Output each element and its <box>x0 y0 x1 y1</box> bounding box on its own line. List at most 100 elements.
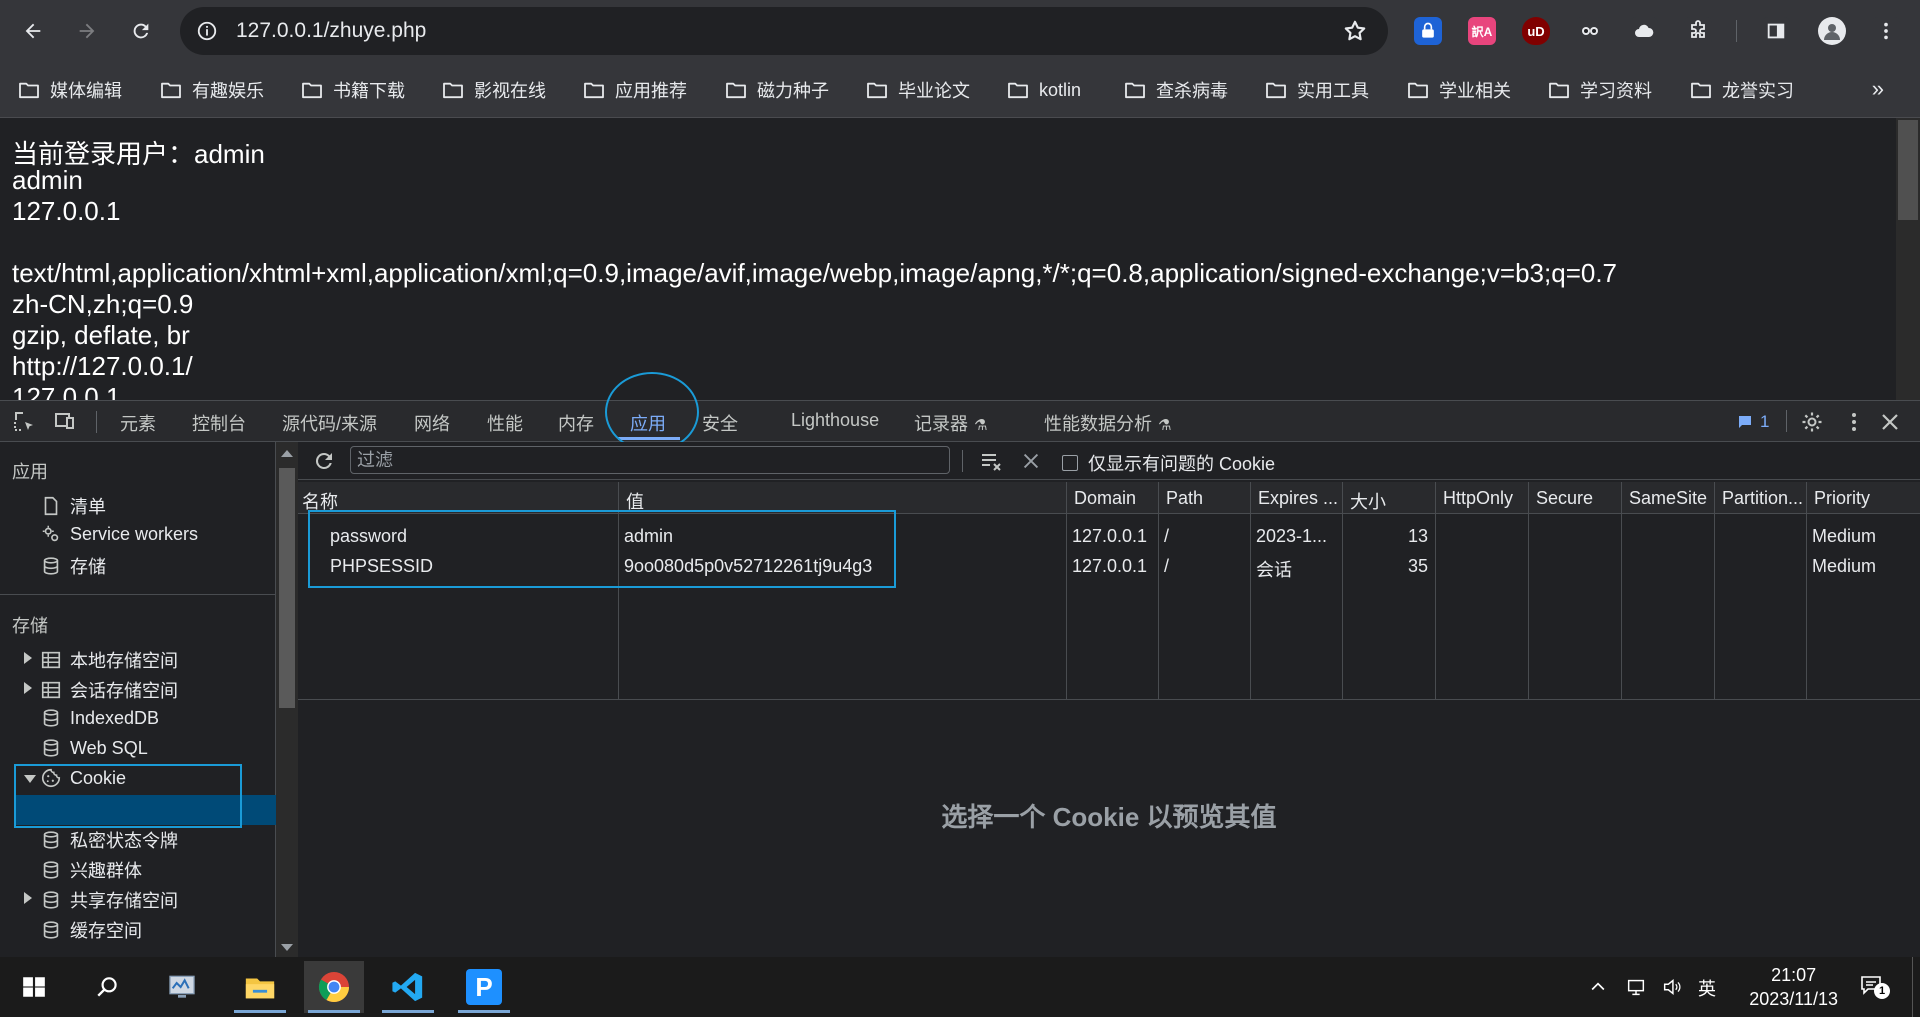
devtools-tab[interactable]: 网络 <box>414 410 450 436</box>
sidebar-scrollbar[interactable] <box>276 442 298 957</box>
sidebar-item[interactable]: 会话存储空间 <box>40 677 178 703</box>
page-scrollbar[interactable] <box>1896 118 1920 400</box>
devtools-tab[interactable]: 元素 <box>120 410 156 436</box>
column-header[interactable]: HttpOnly <box>1443 488 1513 509</box>
notification-center[interactable]: 1 <box>1858 973 1890 1001</box>
checkbox-box[interactable] <box>1062 455 1078 471</box>
browser-menu-icon[interactable] <box>1872 17 1900 45</box>
devtools-tab[interactable]: 控制台 <box>192 410 246 436</box>
column-header[interactable]: Expires ... <box>1258 488 1338 509</box>
bookmark-folder[interactable]: 学习资料 <box>1548 76 1652 104</box>
devtools-tab[interactable]: 性能数据分析 ⚗ <box>1044 410 1171 436</box>
chevron-up-icon[interactable] <box>1588 977 1608 997</box>
only-issues-checkbox[interactable]: 仅显示有问题的 Cookie <box>1062 450 1275 476</box>
sidebar-item[interactable]: 存储 <box>40 553 106 579</box>
bookmark-folder[interactable]: 影视在线 <box>442 76 546 104</box>
cookie-filter-input[interactable] <box>350 446 950 474</box>
scrollbar-thumb[interactable] <box>1898 120 1918 220</box>
devtools-menu-icon[interactable] <box>1842 410 1866 434</box>
ime-indicator[interactable]: 英 <box>1698 975 1716 1001</box>
bookmark-folder[interactable]: kotlin <box>1007 76 1081 104</box>
bookmark-folder[interactable]: 媒体编辑 <box>18 76 122 104</box>
scrollbar-thumb[interactable] <box>279 468 295 708</box>
url-text[interactable]: 127.0.0.1/zhuye.php <box>236 19 426 43</box>
network-icon[interactable] <box>1624 976 1648 998</box>
bookmark-folder[interactable]: 龙誉实习 <box>1690 76 1794 104</box>
bookmark-folder[interactable]: 磁力种子 <box>725 76 829 104</box>
bookmark-folder[interactable]: 实用工具 <box>1265 76 1369 104</box>
back-button[interactable] <box>16 14 50 48</box>
tampermonkey-icon[interactable] <box>1576 17 1604 45</box>
devtools-tab[interactable]: 源代码/来源 <box>282 410 377 436</box>
cloud-ext-icon[interactable] <box>1630 17 1658 45</box>
column-header[interactable]: Partition... <box>1722 488 1803 509</box>
volume-icon[interactable] <box>1660 976 1684 998</box>
task-manager-app[interactable] <box>152 961 212 1013</box>
column-header[interactable]: Path <box>1166 488 1203 509</box>
cookie-cell-expires: 2023-1... <box>1256 526 1328 546</box>
info-icon[interactable] <box>196 20 218 42</box>
column-header[interactable]: Priority <box>1814 488 1870 509</box>
sidebar-item[interactable]: IndexedDB <box>40 707 159 729</box>
chrome-app[interactable] <box>304 961 364 1013</box>
close-devtools-icon[interactable] <box>1878 410 1902 434</box>
scroll-up-icon[interactable] <box>281 450 293 457</box>
refresh-icon[interactable] <box>312 449 336 473</box>
puzzle-extensions-icon[interactable] <box>1684 17 1712 45</box>
start-button[interactable] <box>4 961 64 1013</box>
devtools-tab[interactable]: 记录器 ⚗ <box>914 410 987 436</box>
arrow-right-icon <box>79 23 95 39</box>
scroll-down-icon[interactable] <box>281 944 293 951</box>
bookmark-folder[interactable]: 毕业论文 <box>866 76 970 104</box>
translate-ext-icon[interactable]: 訳A <box>1468 17 1496 45</box>
side-panel-icon[interactable] <box>1762 17 1790 45</box>
bookmark-folder[interactable]: 学业相关 <box>1407 76 1511 104</box>
column-header[interactable]: Secure <box>1536 488 1593 509</box>
reload-button[interactable] <box>124 14 158 48</box>
expand-right-icon[interactable] <box>24 892 32 904</box>
p-app[interactable]: P <box>454 961 514 1013</box>
devtools-tab[interactable]: 性能 <box>487 410 523 436</box>
bookmark-folder[interactable]: 有趣娱乐 <box>160 76 264 104</box>
sidebar-item[interactable]: 本地存储空间 <box>40 647 178 673</box>
devtools-tab-bar: 元素 控制台 源代码/来源 网络 性能 内存 应用 安全 Lighthouse 记录器 ⚗ 性能数据分… <box>0 400 1920 442</box>
ublock-icon[interactable]: uD <box>1522 17 1550 45</box>
delete-selected-icon[interactable] <box>1020 450 1042 472</box>
sidebar-item[interactable]: 共享存储空间 <box>40 887 178 913</box>
column-header[interactable]: Domain <box>1074 488 1136 509</box>
profile-avatar[interactable] <box>1818 17 1846 45</box>
column-header[interactable]: SameSite <box>1629 488 1707 509</box>
expand-right-icon[interactable] <box>24 652 32 664</box>
bookmark-folder[interactable]: 书籍下载 <box>301 76 405 104</box>
inspect-element-icon[interactable] <box>12 409 36 433</box>
devtools-tab[interactable]: Lighthouse <box>791 410 879 431</box>
devtools-tab[interactable]: 内存 <box>558 410 594 436</box>
bookmark-folder[interactable]: 应用推荐 <box>583 76 687 104</box>
expand-right-icon[interactable] <box>24 682 32 694</box>
sidebar-item[interactable]: 缓存空间 <box>40 917 142 943</box>
clock[interactable]: 21:07 2023/11/13 <box>1749 963 1838 1011</box>
bookmarks-overflow-icon[interactable]: » <box>1872 76 1884 102</box>
page-text-line: http://127.0.0.1/ <box>12 351 193 381</box>
column-header[interactable]: 大小 <box>1350 488 1386 514</box>
vscode-app[interactable] <box>378 961 438 1013</box>
bookmark-star-icon[interactable] <box>1342 18 1368 44</box>
forward-button[interactable] <box>70 14 104 48</box>
device-toolbar-icon[interactable] <box>52 409 76 433</box>
search-button[interactable] <box>78 961 138 1013</box>
sidebar-item[interactable]: 兴趣群体 <box>40 857 142 883</box>
sidebar-item[interactable]: Service workers <box>40 523 198 545</box>
sidebar-item[interactable]: 私密状态令牌 <box>40 827 178 853</box>
file-explorer-app[interactable] <box>230 961 290 1013</box>
bookmark-folder[interactable]: 查杀病毒 <box>1124 76 1228 104</box>
clear-all-cookies-icon[interactable] <box>978 449 1004 473</box>
sidebar-item[interactable]: 清单 <box>40 493 106 519</box>
devtools-tab[interactable]: 安全 <box>702 410 738 436</box>
issues-badge[interactable]: 1 <box>1736 410 1780 434</box>
password-ext-icon[interactable] <box>1414 17 1442 45</box>
page-text-line: zh-CN,zh;q=0.9 <box>12 289 194 319</box>
address-bar[interactable]: 127.0.0.1/zhuye.php <box>180 7 1388 55</box>
settings-gear-icon[interactable] <box>1800 410 1824 434</box>
column-separator <box>1158 482 1159 700</box>
sidebar-item[interactable]: Web SQL <box>40 737 148 759</box>
